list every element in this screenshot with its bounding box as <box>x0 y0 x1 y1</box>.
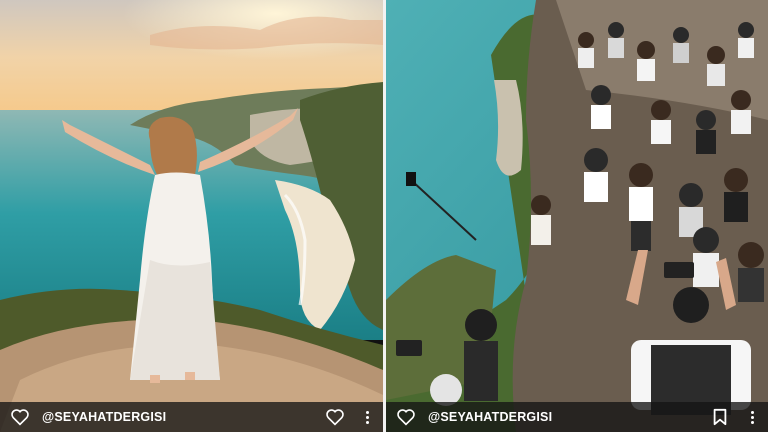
heart-icon[interactable] <box>396 407 416 427</box>
more-dots-icon[interactable] <box>744 407 760 427</box>
post-footer-right: @SEYAHATDERGISI <box>386 402 768 432</box>
more-dots-icon[interactable] <box>359 407 375 427</box>
bookmark-icon[interactable] <box>710 407 730 427</box>
photo-crowd-on-cliff <box>386 0 768 432</box>
heart-icon[interactable] <box>325 407 345 427</box>
post-right: @SEYAHATDERGISI <box>386 0 768 432</box>
account-handle[interactable]: @SEYAHATDERGISI <box>42 410 166 424</box>
post-footer-left: @SEYAHATDERGISI <box>0 402 383 432</box>
photo-woman-on-cliff <box>0 0 383 432</box>
heart-icon[interactable] <box>10 407 30 427</box>
post-left: @SEYAHATDERGISI <box>0 0 383 432</box>
account-handle[interactable]: @SEYAHATDERGISI <box>428 410 552 424</box>
